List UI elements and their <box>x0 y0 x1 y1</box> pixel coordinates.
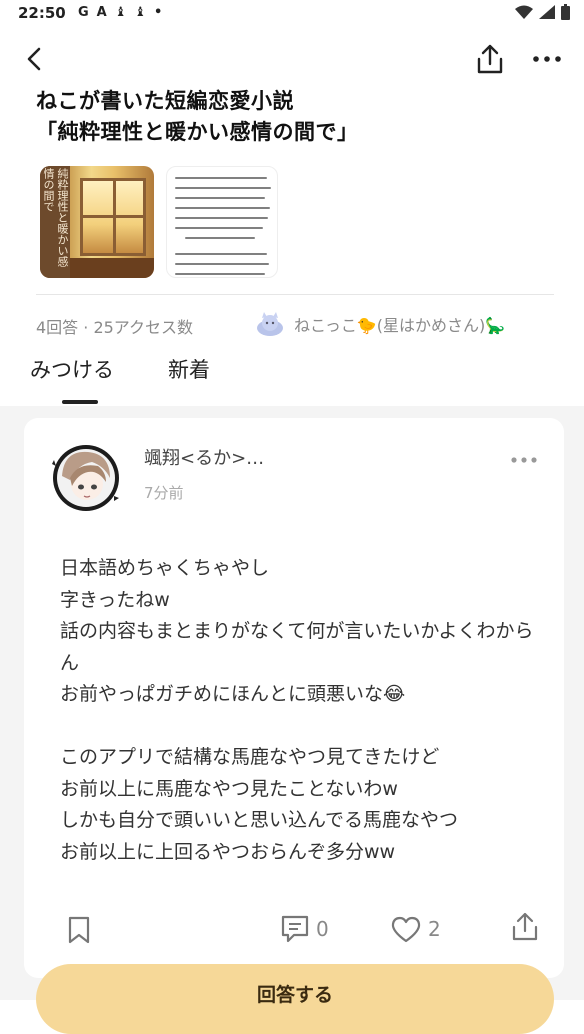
status-bar: 22:50 G A ♝ ♝ • <box>0 0 584 28</box>
wifi-icon <box>515 5 533 19</box>
answer-username[interactable]: 颯翔<るか>… <box>144 444 264 470</box>
chevron-left-icon <box>27 47 41 71</box>
tab-discover[interactable]: みつける <box>30 354 114 384</box>
share-icon <box>477 44 503 74</box>
answer-user-avatar[interactable] <box>48 440 124 516</box>
signal-icon <box>539 5 555 19</box>
back-button[interactable] <box>20 44 50 74</box>
window-illustration <box>80 178 146 256</box>
author-avatar-icon <box>257 312 283 336</box>
answer-timestamp: 7分前 <box>144 484 184 502</box>
dot-icon: • <box>154 5 163 20</box>
app-icon: ♝ <box>114 5 127 20</box>
battery-icon <box>561 4 570 20</box>
user-avatar-icon <box>52 445 119 511</box>
text-line <box>175 227 263 229</box>
share-icon <box>512 912 538 941</box>
app-icon: ♝ <box>134 5 147 20</box>
system-icons <box>515 4 570 20</box>
notification-icons: G A ♝ ♝ • <box>78 5 162 20</box>
app-a-icon: A <box>96 5 107 20</box>
text-line <box>175 197 265 199</box>
bookmark-button[interactable] <box>66 915 92 945</box>
post-title-line1: ねこが書いた短編恋愛小説 <box>36 89 294 113</box>
tab-new[interactable]: 新着 <box>168 354 210 384</box>
google-icon: G <box>78 5 89 20</box>
heart-icon <box>391 916 421 943</box>
active-tab-indicator <box>62 400 98 404</box>
text-line <box>175 207 270 209</box>
text-line <box>175 273 265 275</box>
text-line <box>175 177 267 179</box>
post-stats: 4回答 · 25アクセス数 <box>36 318 193 337</box>
comment-button[interactable]: 0 <box>280 913 329 945</box>
more-horizontal-icon <box>511 457 537 463</box>
text-line <box>175 187 271 189</box>
status-time: 22:50 <box>18 4 66 22</box>
post-author[interactable]: ねこっこ🐤(星はかめさん)🦕 <box>256 310 505 338</box>
tab-bar: みつける 新着 <box>0 350 584 406</box>
answer-share-button[interactable] <box>510 911 540 943</box>
answer-button[interactable]: 回答する <box>36 964 554 1034</box>
post-title: ねこが書いた短編恋愛小説 「純粋理性と暖かい感情の間で」 <box>36 86 556 148</box>
bookmark-icon <box>68 916 90 944</box>
text-line <box>175 217 268 219</box>
answer-actions: 0 2 <box>24 905 564 955</box>
app-bar <box>0 38 584 82</box>
answer-body: 日本語めちゃくちゃやし 字きったねw 話の内容もまとまりがなくて何が言いたいかよ… <box>60 557 534 863</box>
comment-icon <box>281 915 309 943</box>
share-button[interactable] <box>474 42 506 76</box>
post-image-2[interactable] <box>166 166 278 278</box>
post-title-line2: 「純粋理性と暖かい感情の間で」 <box>36 120 359 144</box>
like-count: 2 <box>428 917 441 941</box>
desk-illustration <box>70 258 154 278</box>
comment-count: 0 <box>316 917 329 941</box>
divider <box>36 294 554 295</box>
text-line <box>175 253 267 255</box>
like-button[interactable]: 2 <box>390 915 441 943</box>
text-line <box>185 237 255 239</box>
post-image-1-caption: 純粋理性と暖かい感情の間で <box>40 166 70 278</box>
more-options-button[interactable] <box>530 46 564 72</box>
more-horizontal-icon <box>533 56 561 62</box>
post-image-1[interactable]: 純粋理性と暖かい感情の間で <box>40 166 154 278</box>
text-line <box>175 263 269 265</box>
author-name: ねこっこ🐤(星はかめさん)🦕 <box>294 316 506 335</box>
answer-more-button[interactable] <box>506 448 542 472</box>
